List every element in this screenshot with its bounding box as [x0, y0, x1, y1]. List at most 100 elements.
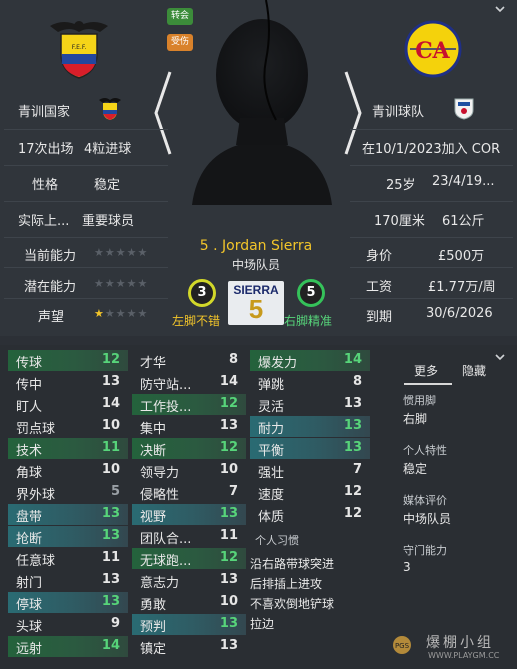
- attribute-row[interactable]: 角球 10: [8, 460, 128, 481]
- attribute-row[interactable]: 停球 13: [8, 592, 128, 613]
- attribute-row[interactable]: 侵略性 7: [132, 482, 246, 503]
- attribute-name: 领导力: [140, 466, 180, 481]
- side-panel-chevron-icon[interactable]: [494, 352, 506, 362]
- attribute-value: 5: [110, 484, 120, 499]
- joined-date-text: 在10/1/2023加入 COR: [362, 142, 501, 157]
- attribute-value: 9: [110, 616, 120, 631]
- attribute-row[interactable]: 才华 8: [132, 350, 246, 371]
- attribute-name: 镇定: [140, 642, 167, 657]
- collapse-chevron-icon[interactable]: [494, 4, 506, 14]
- reputation-label: 声望: [38, 310, 65, 325]
- current-ability-stars: ★★★★★: [94, 246, 149, 259]
- attribute-row[interactable]: 意志力 13: [132, 570, 246, 591]
- row-divider: [4, 129, 168, 130]
- attribute-row[interactable]: 集中 13: [132, 416, 246, 437]
- attribute-row[interactable]: 视野 13: [132, 504, 246, 525]
- attribute-row[interactable]: 爆发力 14: [250, 350, 370, 371]
- attribute-value: 13: [219, 638, 238, 653]
- left-foot-label: 左脚不错: [172, 314, 221, 328]
- attribute-value: 11: [101, 550, 120, 565]
- attribute-row[interactable]: 盘带 13: [8, 504, 128, 525]
- attribute-row[interactable]: 无球跑... 12: [132, 548, 246, 569]
- watermark-text: 爆棚小组: [426, 635, 494, 651]
- row-divider: [350, 237, 513, 238]
- preferred-foot-value: 右脚: [403, 412, 428, 426]
- attribute-value: 14: [343, 352, 362, 367]
- attribute-name: 无球跑...: [140, 554, 192, 569]
- attribute-name: 技术: [16, 444, 43, 459]
- attribute-name: 决断: [140, 444, 167, 459]
- watermark-url: WWW.PLAYGM.CC: [428, 651, 500, 660]
- squad-role-value: 重要球员: [82, 214, 135, 229]
- attribute-row[interactable]: 平衡 13: [250, 438, 370, 459]
- attribute-row[interactable]: 罚点球 10: [8, 416, 128, 437]
- attribute-row[interactable]: 界外球 5: [8, 482, 128, 503]
- right-foot-label: 右脚精准: [284, 314, 333, 328]
- attribute-name: 角球: [16, 466, 43, 481]
- attribute-value: 13: [343, 418, 362, 433]
- attribute-name: 抢断: [16, 532, 43, 547]
- attribute-name: 视野: [140, 510, 167, 525]
- youth-nation-crest-icon[interactable]: [97, 95, 123, 121]
- trait-label: 个人特性: [403, 444, 447, 457]
- attribute-row[interactable]: 盯人 14: [8, 394, 128, 415]
- attribute-row[interactable]: 决断 12: [132, 438, 246, 459]
- habit-item: 不喜欢倒地铲球: [250, 597, 335, 611]
- attribute-name: 勇敢: [140, 598, 167, 613]
- trait-value: 稳定: [403, 462, 428, 476]
- attribute-value: 11: [219, 528, 238, 543]
- attribute-row[interactable]: 勇敢 10: [132, 592, 246, 613]
- weight-text: 61公斤: [442, 214, 485, 229]
- attribute-value: 13: [219, 572, 238, 587]
- watermark-logo-icon: PGS: [390, 634, 414, 656]
- attribute-value: 12: [219, 550, 238, 565]
- attribute-row[interactable]: 远射 14: [8, 636, 128, 657]
- attribute-name: 传中: [16, 378, 43, 393]
- attribute-row[interactable]: 弹跳 8: [250, 372, 370, 393]
- goalkeeping-label: 守门能力: [403, 544, 447, 557]
- attribute-value: 13: [343, 396, 362, 411]
- nation-crest-icon[interactable]: F.E.F.: [46, 16, 112, 80]
- attribute-value: 12: [219, 440, 238, 455]
- attribute-row[interactable]: 速度 12: [250, 482, 370, 503]
- attribute-row[interactable]: 传球 12: [8, 350, 128, 371]
- shirt-number: 5: [248, 294, 264, 324]
- media-description-value: 中场队员: [403, 512, 452, 526]
- attribute-row[interactable]: 头球 9: [8, 614, 128, 635]
- attribute-row[interactable]: 防守站... 14: [132, 372, 246, 393]
- attribute-row[interactable]: 灵活 13: [250, 394, 370, 415]
- attribute-row[interactable]: 领导力 10: [132, 460, 246, 481]
- potential-ability-label: 潜在能力: [24, 280, 77, 295]
- right-foot-rating: 5: [297, 279, 325, 307]
- media-description-label: 媒体评价: [403, 494, 447, 507]
- tab-more[interactable]: 更多: [414, 362, 438, 379]
- player-silhouette-image: [180, 0, 340, 205]
- habit-item: 沿右路带球突进: [250, 557, 335, 571]
- youth-club-crest-icon[interactable]: [453, 96, 475, 120]
- club-crest-icon[interactable]: C A: [404, 20, 462, 78]
- left-foot-rating: 3: [188, 279, 216, 307]
- attribute-row[interactable]: 抢断 13: [8, 526, 128, 547]
- attribute-row[interactable]: 技术 11: [8, 438, 128, 459]
- value-text: £500万: [438, 249, 485, 264]
- attribute-row[interactable]: 传中 13: [8, 372, 128, 393]
- previous-player-chevron-icon[interactable]: [150, 68, 176, 158]
- attribute-row[interactable]: 耐力 13: [250, 416, 370, 437]
- attribute-value: 8: [228, 352, 238, 367]
- attribute-value: 10: [101, 462, 120, 477]
- attribute-row[interactable]: 工作投... 12: [132, 394, 246, 415]
- attribute-row[interactable]: 射门 13: [8, 570, 128, 591]
- attribute-name: 体质: [258, 510, 285, 525]
- attribute-row[interactable]: 强壮 7: [250, 460, 370, 481]
- row-divider: [4, 201, 168, 202]
- attribute-row[interactable]: 体质 12: [250, 504, 370, 525]
- attribute-name: 强壮: [258, 466, 285, 481]
- attribute-row[interactable]: 镇定 13: [132, 636, 246, 657]
- attribute-row[interactable]: 预判 13: [132, 614, 246, 635]
- attribute-row[interactable]: 团队合... 11: [132, 526, 246, 547]
- personality-label: 性格: [32, 178, 59, 193]
- tab-hide[interactable]: 隐藏: [462, 362, 486, 379]
- attribute-row[interactable]: 任意球 11: [8, 548, 128, 569]
- attribute-value: 13: [101, 528, 120, 543]
- attribute-name: 预判: [140, 620, 167, 635]
